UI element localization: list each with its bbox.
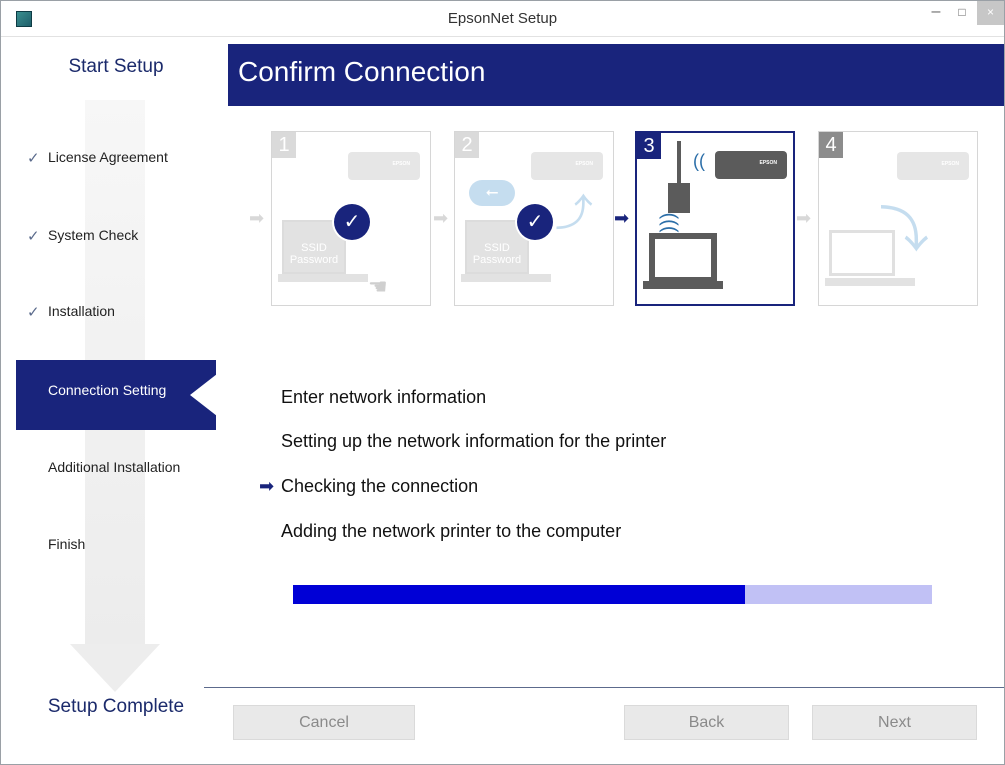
check-icon: ✓ <box>27 304 40 321</box>
diagram-panel-2: 2 EPSON ⭠ SSID Password ⤴ ✓ <box>454 131 614 306</box>
sidebar-step-label: Installation <box>48 303 115 319</box>
printer-icon: EPSON <box>348 152 420 180</box>
page-header: Confirm Connection <box>228 44 1004 106</box>
active-step-notch <box>190 374 217 416</box>
footer-divider <box>204 687 1004 688</box>
check-icon: ✓ <box>27 228 40 245</box>
flow-arrow-icon: ➡ <box>433 208 449 228</box>
printer-brand: EPSON <box>575 161 593 167</box>
sidebar-step-license-agreement: ✓ License Agreement <box>16 143 216 173</box>
ssid-password-label: SSID Password <box>471 242 523 266</box>
password-text: Password <box>289 254 339 266</box>
status-item: Setting up the network information for t… <box>281 431 667 451</box>
usb-icon: ⭠ <box>469 180 515 206</box>
router-antenna <box>677 141 681 189</box>
current-step-arrow-icon: ➡ <box>259 476 275 496</box>
progress-bar <box>293 585 932 604</box>
diagram-panel-3: 3 (( EPSON ((( <box>635 131 795 306</box>
curved-arrow-icon: ⤴ <box>555 193 594 235</box>
sidebar-start-label: Start Setup <box>68 56 164 77</box>
sidebar-step-finish: Finish <box>16 530 216 560</box>
sidebar-step-label: Finish <box>48 536 86 552</box>
ssid-text: SSID <box>484 242 510 254</box>
curved-arrow-icon: ⤵ <box>879 202 929 258</box>
panel-number: 2 <box>455 132 479 158</box>
maximize-button[interactable]: □ <box>949 1 975 25</box>
minimize-button[interactable]: – <box>923 1 949 25</box>
printer-icon: EPSON <box>715 151 787 179</box>
panel-number: 1 <box>272 132 296 158</box>
progress-bar-fill <box>293 585 745 604</box>
check-icon: ✓ <box>27 150 40 167</box>
router-icon <box>668 183 690 213</box>
laptop-base <box>643 281 723 289</box>
sidebar: Start Setup ✓ License Agreement ✓ System… <box>16 44 217 749</box>
ssid-text: SSID <box>301 242 327 254</box>
next-button[interactable]: Next <box>812 705 977 740</box>
flow-arrow-icon: ➡ <box>614 208 630 228</box>
sidebar-step-label: Connection Setting <box>48 382 167 398</box>
window-title: EpsonNet Setup <box>447 10 558 27</box>
printer-icon: EPSON <box>897 152 969 180</box>
sidebar-step-label: Additional Installation <box>48 459 181 475</box>
cancel-button[interactable]: Cancel <box>233 705 415 740</box>
diagram-panel-4: 4 EPSON ⤵ <box>818 131 978 306</box>
diagram-panel-1: 1 EPSON SSID Password ☚ ✓ <box>271 131 431 306</box>
close-button[interactable]: × <box>977 1 1004 25</box>
title-bar: EpsonNet Setup – □ × <box>1 1 1004 37</box>
laptop-base <box>825 278 915 286</box>
status-item: Adding the network printer to the comput… <box>281 521 622 541</box>
flow-arrow-icon: ➡ <box>796 208 812 228</box>
laptop-base <box>461 274 551 282</box>
setup-window: EpsonNet Setup – □ × Start Setup ✓ Licen… <box>0 0 1005 765</box>
panel-number: 3 <box>637 133 661 159</box>
sidebar-step-system-check: ✓ System Check <box>16 221 216 251</box>
check-icon: ✓ <box>517 204 553 240</box>
printer-brand: EPSON <box>759 160 777 166</box>
password-text: Password <box>472 254 522 266</box>
panel-number: 4 <box>819 132 843 158</box>
sidebar-step-label: System Check <box>48 227 139 243</box>
status-item: Enter network information <box>281 387 487 407</box>
hand-icon: ☚ <box>368 274 388 299</box>
status-item-current: Checking the connection <box>281 476 479 496</box>
sidebar-step-connection-setting: Connection Setting <box>16 360 217 430</box>
sidebar-step-label: License Agreement <box>48 149 168 165</box>
sidebar-step-additional-installation: Additional Installation <box>16 453 216 483</box>
printer-brand: EPSON <box>392 161 410 167</box>
flow-arrow-icon: ➡ <box>249 208 265 228</box>
wifi-signal-icon: (( <box>693 151 705 171</box>
printer-brand: EPSON <box>941 161 959 167</box>
wifi-icon: ((( <box>658 212 681 233</box>
progress-arrow-head <box>70 644 160 692</box>
ssid-password-label: SSID Password <box>288 242 340 266</box>
sidebar-complete-label: Setup Complete <box>47 696 185 717</box>
page-title: Confirm Connection <box>238 56 486 87</box>
back-button[interactable]: Back <box>624 705 789 740</box>
printer-icon: EPSON <box>531 152 603 180</box>
check-icon: ✓ <box>334 204 370 240</box>
laptop-icon <box>649 233 717 283</box>
laptop-base <box>278 274 368 282</box>
sidebar-step-installation: ✓ Installation <box>16 297 216 327</box>
